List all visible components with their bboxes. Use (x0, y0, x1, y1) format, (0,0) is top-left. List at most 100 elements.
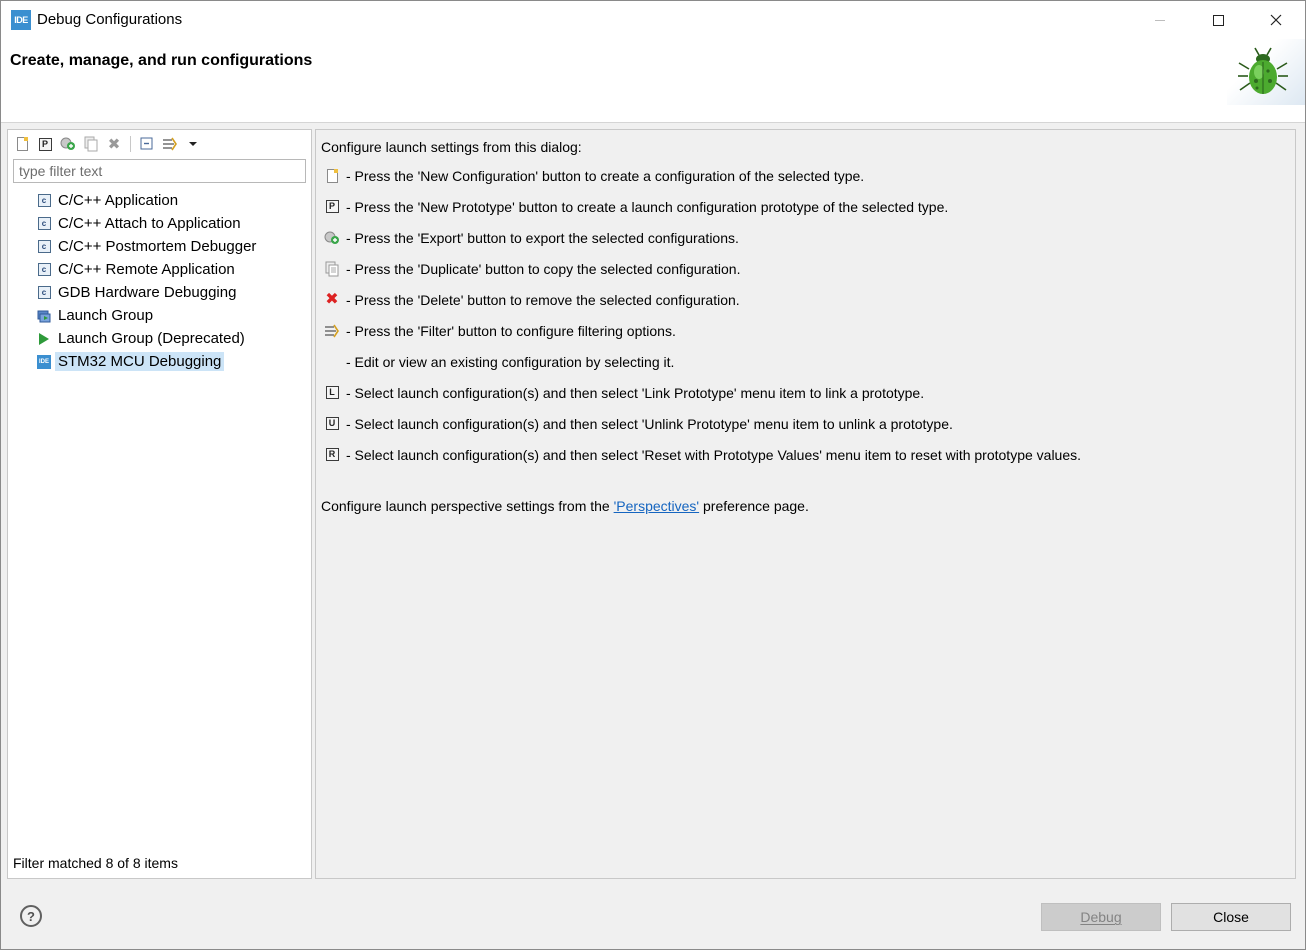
close-window-button[interactable] (1247, 1, 1305, 39)
window-title: Debug Configurations (37, 11, 183, 28)
instruction-export: - Press the 'Export' button to export th… (324, 222, 1081, 253)
debug-button-label: Debug (1080, 909, 1122, 925)
maximize-icon (1212, 14, 1224, 26)
new-page-icon (326, 168, 338, 183)
c-app-icon: c (37, 263, 51, 276)
tree-item-stm32-mcu-debugging[interactable]: IDE STM32 MCU Debugging (36, 350, 306, 373)
export-icon (324, 231, 339, 244)
tree-item-cpp-attach[interactable]: c C/C++ Attach to Application (36, 212, 306, 235)
instruction-text: - Press the 'New Configuration' button t… (346, 167, 865, 184)
instruction-text: - Press the 'New Prototype' button to cr… (346, 198, 949, 215)
dialog-window: IDE Debug Configurations Create, manage,… (0, 0, 1306, 950)
title-bar[interactable]: IDE Debug Configurations (1, 1, 1305, 39)
instruction-text: - Select launch configuration(s) and the… (346, 446, 1082, 463)
tree-item-launch-group-deprecated[interactable]: Launch Group (Deprecated) (36, 327, 306, 350)
duplicate-icon (325, 261, 339, 276)
minimize-button[interactable] (1131, 1, 1189, 39)
perspective-text-after: preference page. (699, 498, 809, 514)
delete-button[interactable]: ✖ (104, 134, 124, 154)
configurations-toolbar: P ✖ (12, 133, 203, 155)
unlink-prototype-icon: U (325, 417, 339, 430)
help-button[interactable]: ? (20, 905, 42, 927)
tree-item-label: STM32 MCU Debugging (55, 352, 225, 371)
perspectives-link[interactable]: 'Perspectives' (614, 498, 700, 514)
instruction-text: - Select launch configuration(s) and the… (346, 415, 953, 432)
filter-icon (163, 137, 177, 151)
instruction-text: - Select launch configuration(s) and the… (346, 384, 925, 401)
tree-item-cpp-postmortem[interactable]: c C/C++ Postmortem Debugger (36, 235, 306, 258)
details-panel: Configure launch settings from this dial… (315, 129, 1296, 879)
intro-text: Configure launch settings from this dial… (321, 139, 582, 155)
duplicate-button[interactable] (81, 134, 101, 154)
header-banner: Create, manage, and run configurations (1, 39, 1305, 123)
tree-item-label: C/C++ Attach to Application (58, 215, 241, 232)
launch-group-icon (37, 310, 51, 322)
c-app-icon: c (37, 286, 51, 299)
tree-item-label: C/C++ Remote Application (58, 261, 235, 278)
collapse-icon (140, 137, 153, 150)
filter-icon (325, 324, 339, 337)
new-page-icon (16, 137, 28, 151)
new-configuration-button[interactable] (12, 134, 32, 154)
c-app-icon: c (37, 240, 51, 253)
new-prototype-button[interactable]: P (35, 134, 55, 154)
perspective-text-before: Configure launch perspective settings fr… (321, 498, 614, 514)
tree-item-label: GDB Hardware Debugging (58, 284, 237, 301)
tree-item-label: C/C++ Postmortem Debugger (58, 238, 257, 255)
tree-item-label: Launch Group (58, 307, 154, 324)
instruction-edit: - Edit or view an existing configuration… (324, 346, 1081, 377)
export-icon (60, 137, 75, 150)
instruction-text: - Press the 'Filter' button to configure… (346, 322, 676, 339)
debug-button[interactable]: Debug (1041, 903, 1161, 931)
configuration-tree: c C/C++ Application c C/C++ Attach to Ap… (36, 189, 306, 373)
c-app-icon: c (37, 194, 51, 207)
ide-icon: IDE (37, 354, 51, 369)
instruction-delete: ✖ - Press the 'Delete' button to remove … (324, 284, 1081, 315)
reset-prototype-icon: R (325, 448, 339, 461)
tree-item-cpp-application[interactable]: c C/C++ Application (36, 189, 306, 212)
tree-item-gdb-hardware[interactable]: c GDB Hardware Debugging (36, 281, 306, 304)
filter-input[interactable] (13, 159, 306, 183)
banner-art (1227, 39, 1305, 105)
tree-item-label: Launch Group (Deprecated) (58, 330, 245, 347)
filter-button[interactable] (160, 134, 180, 154)
instruction-unlink-prototype: U - Select launch configuration(s) and t… (324, 408, 1081, 439)
app-icon: IDE (11, 10, 31, 30)
close-icon (1270, 14, 1282, 26)
perspective-settings-text: Configure launch perspective settings fr… (321, 498, 809, 514)
instruction-duplicate: - Press the 'Duplicate' button to copy t… (324, 253, 1081, 284)
instructions-list: - Press the 'New Configuration' button t… (324, 160, 1081, 470)
configurations-panel: P ✖ c C/C++ Application (7, 129, 312, 879)
maximize-button[interactable] (1189, 1, 1247, 39)
filter-menu-button[interactable] (183, 134, 203, 154)
chevron-down-icon (189, 142, 197, 146)
instruction-new-prototype: P - Press the 'New Prototype' button to … (324, 191, 1081, 222)
toolbar-separator (130, 136, 131, 152)
instruction-link-prototype: L - Select launch configuration(s) and t… (324, 377, 1081, 408)
tree-item-cpp-remote[interactable]: c C/C++ Remote Application (36, 258, 306, 281)
new-prototype-icon: P (38, 137, 52, 151)
instruction-filter: - Press the 'Filter' button to configure… (324, 315, 1081, 346)
instruction-reset-prototype: R - Select launch configuration(s) and t… (324, 439, 1081, 470)
delete-icon: ✖ (107, 135, 121, 153)
delete-icon: ✖ (325, 290, 339, 308)
new-prototype-icon: P (325, 200, 339, 213)
instruction-text: - Press the 'Export' button to export th… (346, 229, 739, 246)
tree-item-label: C/C++ Application (58, 192, 179, 209)
collapse-all-button[interactable] (137, 134, 157, 154)
minimize-icon (1155, 19, 1165, 21)
tree-item-launch-group[interactable]: Launch Group (36, 304, 306, 327)
link-prototype-icon: L (325, 386, 339, 399)
bug-icon (1238, 47, 1288, 94)
instruction-text: - Press the 'Duplicate' button to copy t… (346, 260, 741, 277)
filter-status: Filter matched 8 of 8 items (13, 855, 178, 871)
instruction-text: - Press the 'Delete' button to remove th… (346, 291, 740, 308)
instruction-new-configuration: - Press the 'New Configuration' button t… (324, 160, 1081, 191)
duplicate-icon (84, 136, 98, 152)
c-app-icon: c (37, 217, 51, 230)
page-title: Create, manage, and run configurations (10, 52, 313, 69)
close-button[interactable]: Close (1171, 903, 1291, 931)
export-button[interactable] (58, 134, 78, 154)
instruction-text: - Edit or view an existing configuration… (346, 353, 675, 370)
play-icon (39, 332, 49, 345)
